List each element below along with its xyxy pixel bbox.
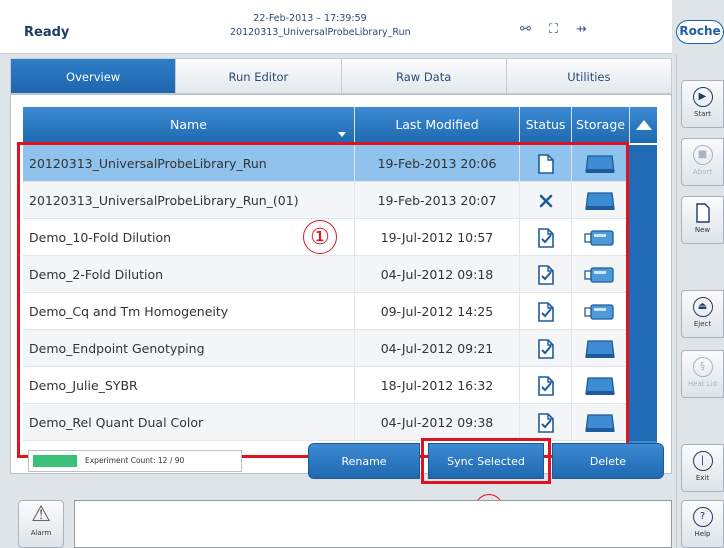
rename-button[interactable]: Rename [308,443,420,479]
tab-overview[interactable]: Overview [10,58,176,94]
help-icon: ? [692,507,713,527]
alarm-label: Alarm [30,529,52,537]
experiment-count-fill [33,455,77,467]
row-last-modified: 04-Jul-2012 09:38 [355,404,520,441]
usb-icon: ⇸ [576,22,587,37]
checked-document-icon [520,219,572,256]
header-icons: ⚯ ⛶ ⇸ [520,22,587,37]
table-row[interactable]: Demo_2-Fold Dilution 04-Jul-2012 09:18 [23,256,627,293]
row-name: Demo_Rel Quant Dual Color [23,404,355,441]
tab-raw-data[interactable]: Raw Data [340,58,506,94]
usb-drive-icon [572,293,627,330]
connection-icon: ⚯ [520,22,531,37]
table-row[interactable]: Demo_Endpoint Genotyping 04-Jul-2012 09:2… [23,330,627,367]
table-row[interactable]: Demo_Rel Quant Dual Color 04-Jul-2012 09:… [23,404,627,441]
heat-lid-icon: § [692,357,713,377]
document-icon [520,145,572,182]
app-window: Ready 22-Feb-2013 – 17:39:59 20120313_Un… [0,0,724,548]
roche-logo: Roche [676,20,724,44]
usb-drive-icon [572,219,627,256]
sort-descending-icon [338,132,346,137]
scroll-up-button[interactable] [630,107,657,143]
checked-document-icon [520,330,572,367]
disk-icon [572,182,627,219]
side-button-label: New [694,226,711,234]
disk-icon [572,404,627,441]
side-button-label: Start [693,110,712,118]
run-name-text: 20120313_UniversalProbeLibrary_Run [230,27,411,38]
alarm-button[interactable]: ⚠ Alarm [18,500,64,548]
new-document-icon [693,203,713,223]
row-name: Demo_Cq and Tm Homogeneity [23,293,355,330]
new-button[interactable]: New [681,196,724,244]
tab-bar: Overview Run Editor Raw Data Utilities [10,58,672,94]
column-header-storage[interactable]: Storage [572,107,630,143]
datetime-text: 22-Feb-2013 – 17:39:59 [253,13,367,24]
status-text: Ready [24,25,70,40]
checked-document-icon [520,256,572,293]
overview-panel: Name Last Modified Status Storage 201203… [10,94,672,474]
side-button-label: Abort [692,168,713,176]
row-last-modified: 19-Feb-2013 20:06 [355,145,520,182]
row-last-modified: 19-Feb-2013 20:07 [355,182,520,219]
triangle-up-icon [635,120,652,130]
checked-document-icon [520,367,572,404]
table-header: Name Last Modified Status Storage [23,107,657,143]
row-name: Demo_Endpoint Genotyping [23,330,355,367]
row-last-modified: 04-Jul-2012 09:21 [355,330,520,367]
row-name: Demo_2-Fold Dilution [23,256,355,293]
tab-utilities[interactable]: Utilities [505,58,672,94]
disk-icon [572,145,627,182]
row-last-modified: 19-Jul-2012 10:57 [355,219,520,256]
column-header-name[interactable]: Name [23,107,355,143]
play-icon: ▶ [692,87,713,107]
abort-button[interactable]: ■ Abort [681,138,724,186]
delete-button[interactable]: Delete [552,443,664,479]
heat-lid-button[interactable]: § Heat Lid [681,350,724,398]
side-button-label: Help [694,530,711,538]
help-button[interactable]: ? Help [681,500,724,548]
eject-button[interactable]: ⏏ Eject [681,290,724,338]
power-icon: | [692,451,713,471]
x-icon [520,182,572,219]
side-button-label: Heat Lid [687,380,718,388]
table-row[interactable]: Demo_Julie_SYBR 18-Jul-2012 16:32 [23,367,627,404]
row-name: 20120313_UniversalProbeLibrary_Run_(01) [23,182,355,219]
table-row[interactable]: 20120313_UniversalProbeLibrary_Run_(01) 1… [23,182,627,219]
experiment-list: 20120313_UniversalProbeLibrary_Run 19-Feb… [23,145,627,441]
experiment-count-bar: Experiment Count: 12 / 90 [28,450,242,472]
callout-number-1: ① [303,220,337,254]
row-last-modified: 18-Jul-2012 16:32 [355,367,520,404]
side-button-label: Eject [693,320,712,328]
table-row[interactable]: Demo_Cq and Tm Homogeneity 09-Jul-2012 14… [23,293,627,330]
stop-icon: ■ [692,145,713,165]
message-area [74,500,672,548]
row-last-modified: 04-Jul-2012 09:18 [355,256,520,293]
eject-icon: ⏏ [692,297,713,317]
exit-button[interactable]: | Exit [681,444,724,492]
start-button[interactable]: ▶ Start [681,80,724,128]
checked-document-icon [520,404,572,441]
warning-icon: ⚠ [31,502,51,527]
table-row[interactable]: 20120313_UniversalProbeLibrary_Run 19-Feb… [23,145,627,182]
disk-icon [572,367,627,404]
checked-document-icon [520,293,572,330]
side-button-label: Exit [695,474,710,482]
experiment-count-text: Experiment Count: 12 / 90 [85,456,185,465]
column-header-last-modified[interactable]: Last Modified [355,107,520,143]
vertical-scrollbar[interactable] [629,145,657,441]
row-last-modified: 09-Jul-2012 14:25 [355,293,520,330]
column-header-name-label: Name [170,117,207,132]
sync-selected-button[interactable]: Sync Selected [428,443,544,479]
usb-drive-icon [572,256,627,293]
run-info: 22-Feb-2013 – 17:39:59 20120313_Universa… [230,12,411,40]
network-icon: ⛶ [548,22,559,37]
row-name: Demo_Julie_SYBR [23,367,355,404]
column-header-status[interactable]: Status [520,107,572,143]
row-name: 20120313_UniversalProbeLibrary_Run [23,145,355,182]
header-bar: Ready 22-Feb-2013 – 17:39:59 20120313_Un… [0,0,672,54]
tab-run-editor[interactable]: Run Editor [175,58,341,94]
disk-icon [572,330,627,367]
